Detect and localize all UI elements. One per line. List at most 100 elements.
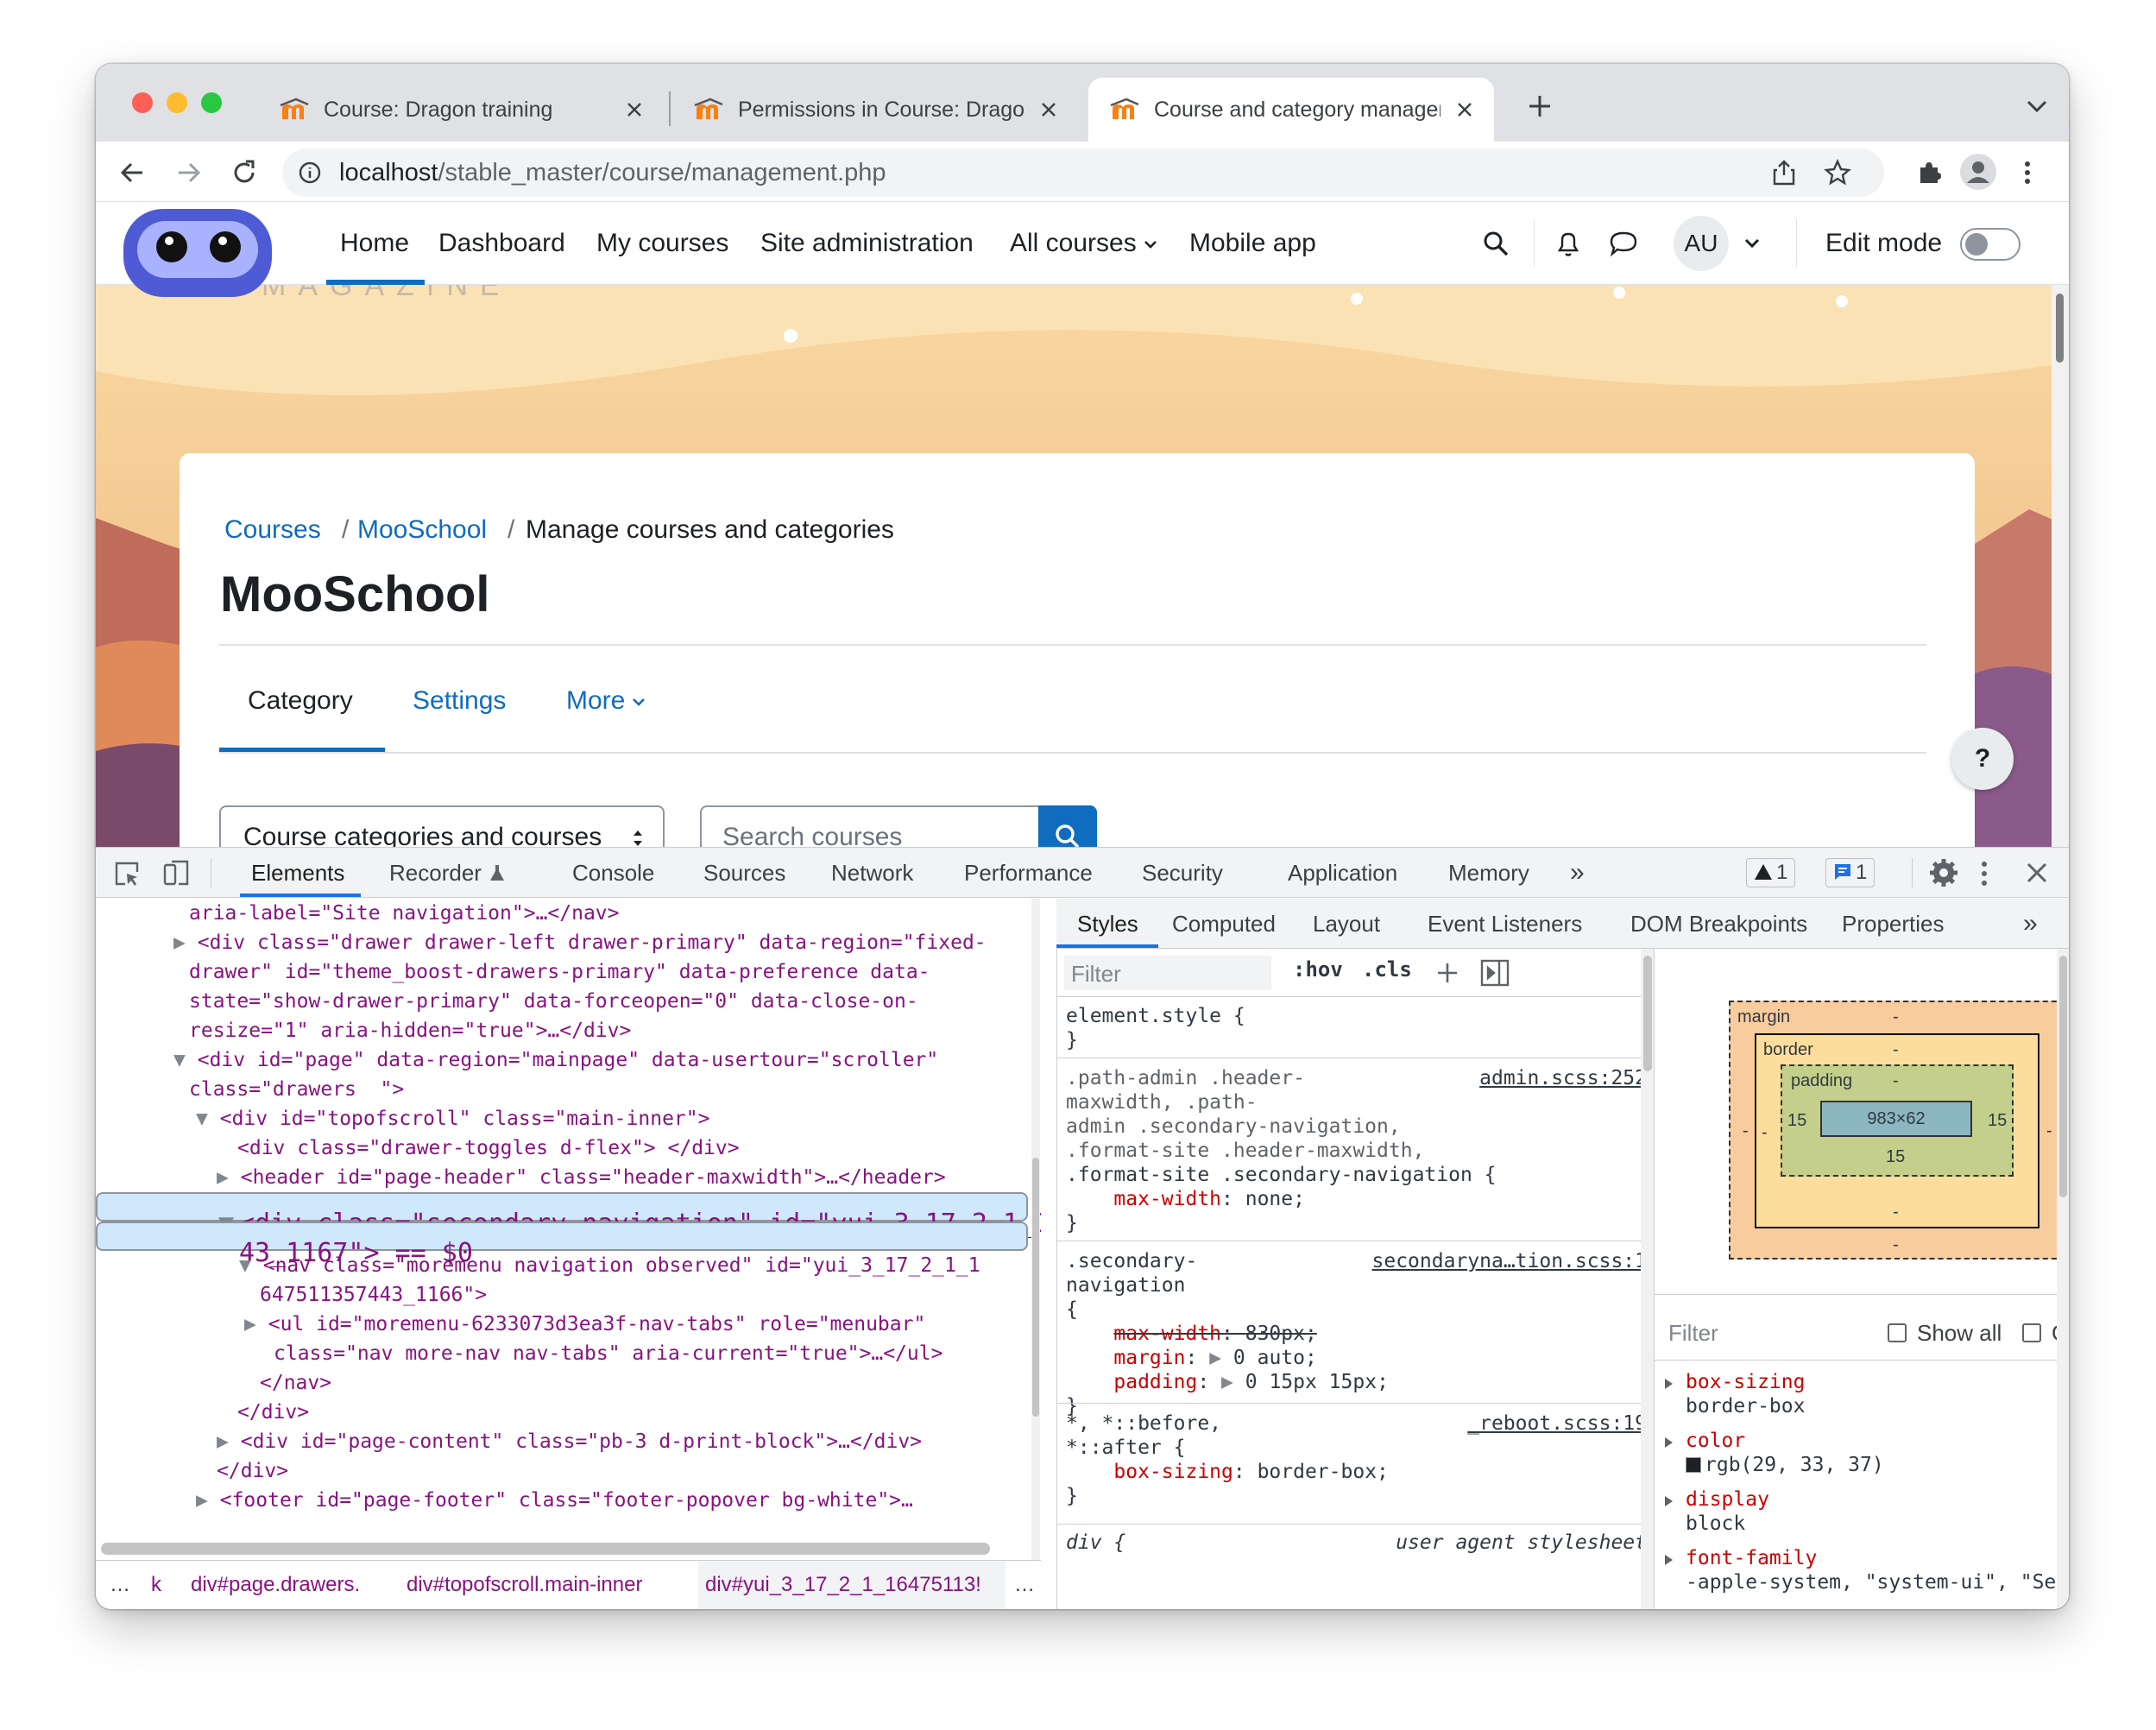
styles-scrollbar[interactable] [1641, 949, 1654, 1609]
tab-search-chevron-icon[interactable] [2026, 98, 2048, 114]
box-model-border[interactable]: border - - - padding - 15 15 15 983×62 [1755, 1033, 2039, 1228]
styles-tab-properties[interactable]: Properties [1842, 899, 1945, 949]
dom-node[interactable]: drawer" id="theme_boost-drawers-primary"… [189, 957, 1041, 987]
expand-arrow-icon[interactable] [1665, 1555, 1673, 1565]
close-tab-icon[interactable] [624, 99, 645, 120]
toggle-sidebar-icon[interactable] [1480, 959, 1510, 987]
dom-node[interactable]: </nav> [260, 1368, 1041, 1398]
back-icon[interactable] [118, 159, 146, 186]
page-scrollbar[interactable] [2052, 285, 2069, 847]
messages-badge[interactable]: 1 [1825, 858, 1875, 887]
view-select[interactable]: Course categories and courses [219, 805, 665, 847]
expand-arrow-icon[interactable] [1665, 1437, 1673, 1448]
messages-chat-icon[interactable] [1608, 230, 1639, 257]
crumbs-overflow[interactable]: … [1014, 1561, 1035, 1609]
reload-icon[interactable] [230, 159, 258, 186]
nav-all-courses[interactable]: All courses [1010, 202, 1157, 285]
dom-node[interactable]: aria-label="Site navigation">…</nav> [189, 899, 1041, 928]
user-avatar[interactable]: AU [1674, 216, 1729, 271]
box-model-content[interactable]: 983×62 [1820, 1101, 1972, 1137]
forward-icon[interactable] [175, 159, 203, 186]
devtools-more-tabs[interactable]: » [1570, 848, 1585, 898]
group-checkbox[interactable] [2022, 1323, 2041, 1342]
css-value[interactable]: border-box; [1258, 1461, 1389, 1483]
rule-element-style[interactable]: element.style { } [1066, 1004, 1644, 1052]
close-tab-icon[interactable] [1454, 99, 1475, 120]
dom-node[interactable]: </div> [237, 1398, 1041, 1427]
crumb-item-selected[interactable]: div#yui_3_17_2_1_16475113! [698, 1561, 1006, 1609]
devtools-tab-recorder[interactable]: Recorder [389, 848, 506, 898]
search-courses-input[interactable]: Search courses [700, 805, 1038, 847]
crumb-item[interactable]: div#topofscroll.main-inner [407, 1561, 642, 1609]
settings-gear-icon[interactable] [1929, 858, 1958, 887]
color-swatch[interactable] [1686, 1457, 1701, 1473]
dom-node[interactable]: ▼ <div id="page" data-region="mainpage" … [173, 1045, 1041, 1075]
browser-tab-1[interactable]: Course: Dragon training [258, 78, 664, 142]
elements-tree[interactable]: aria-label="Site navigation">…</nav> ▶ <… [96, 899, 1041, 1560]
devtools-tab-memory[interactable]: Memory [1448, 848, 1529, 898]
devtools-tab-performance[interactable]: Performance [964, 848, 1093, 898]
styles-tab-dom-breakpoints[interactable]: DOM Breakpoints [1630, 899, 1807, 949]
nav-my-courses[interactable]: My courses [596, 202, 728, 285]
css-value-overridden[interactable]: 830px; [1245, 1323, 1317, 1345]
share-icon[interactable] [1772, 159, 1796, 186]
tab-more[interactable]: More [566, 686, 646, 716]
nav-site-administration[interactable]: Site administration [760, 202, 974, 285]
help-button[interactable]: ? [1951, 728, 2014, 790]
styles-tab-computed[interactable]: Computed [1172, 899, 1276, 949]
styles-more-tabs[interactable]: » [2023, 899, 2038, 949]
nav-dashboard[interactable]: Dashboard [438, 202, 565, 285]
css-property-overridden[interactable]: max-width [1113, 1323, 1221, 1345]
search-courses-button[interactable] [1038, 805, 1097, 847]
show-all-checkbox[interactable] [1888, 1323, 1907, 1342]
close-window-button[interactable] [132, 92, 153, 113]
dom-node-selected[interactable]: …▼<div class="secondary-navigation" id="… [96, 1192, 1041, 1239]
devtools-tab-elements[interactable]: Elements [251, 848, 344, 898]
user-menu-chevron-icon[interactable] [1744, 238, 1760, 249]
dom-node[interactable]: ▶ <ul id="moremenu-6233073d3ea3f-nav-tab… [244, 1310, 1041, 1339]
crumb-item[interactable]: k [151, 1561, 161, 1609]
zoom-window-button[interactable] [201, 92, 222, 113]
dom-node[interactable]: </div> [217, 1456, 1041, 1486]
dom-node[interactable]: ▶ <div id="page-content" class="pb-3 d-p… [217, 1427, 1041, 1456]
devtools-tab-network[interactable]: Network [831, 848, 913, 898]
devtools-tab-application[interactable]: Application [1288, 848, 1397, 898]
elements-horizontal-scrollbar[interactable] [101, 1543, 990, 1555]
crumb-item[interactable]: div#page.drawers. [191, 1561, 360, 1609]
styles-filter-input[interactable]: Filter [1064, 956, 1271, 990]
devtools-tab-console[interactable]: Console [572, 848, 654, 898]
dom-node[interactable]: class="nav more-nav nav-tabs" aria-curre… [274, 1339, 1041, 1368]
nav-home[interactable]: Home [340, 202, 409, 285]
css-value[interactable]: 0 auto; [1233, 1347, 1317, 1369]
crumbs-overflow[interactable]: … [110, 1561, 130, 1609]
minimize-window-button[interactable] [167, 92, 187, 113]
search-icon[interactable] [1482, 230, 1510, 257]
expand-arrow-icon[interactable] [1665, 1379, 1673, 1389]
rule-source-link[interactable]: secondaryna…tion.scss:1 [1372, 1249, 1648, 1273]
styles-tab-event-listeners[interactable]: Event Listeners [1428, 899, 1582, 949]
browser-tab-2[interactable]: Permissions in Course: Dragon [672, 78, 1078, 142]
dom-node[interactable]: 647511357443_1166"> [260, 1280, 1041, 1310]
devtools-tab-sources[interactable]: Sources [703, 848, 785, 898]
computed-property[interactable]: font-family -apple-system, "system-ui", … [1686, 1546, 2069, 1594]
styles-tab-layout[interactable]: Layout [1313, 899, 1380, 949]
dom-node-selected[interactable]: 43_1167"> == $0 [96, 1222, 1028, 1268]
styles-tab-styles[interactable]: Styles [1077, 899, 1138, 949]
rule-source-link[interactable]: admin.scss:252 [1479, 1066, 1647, 1090]
warnings-badge[interactable]: 1 [1746, 858, 1796, 887]
site-info-icon[interactable] [298, 161, 322, 185]
rule-admin-scss[interactable]: .path-admin .header- maxwidth, .path- ad… [1066, 1066, 1644, 1235]
computed-property[interactable]: box-sizing border-box [1686, 1370, 1805, 1418]
devtools-menu-icon[interactable] [1979, 860, 1989, 887]
css-property[interactable]: max-width [1113, 1188, 1221, 1210]
elements-vertical-scrollbar[interactable] [1031, 899, 1040, 1560]
dom-node[interactable]: ▶ <footer id="page-footer" class="footer… [196, 1486, 1041, 1515]
computed-property[interactable]: display block [1686, 1487, 1769, 1536]
device-toolbar-icon[interactable] [161, 858, 191, 887]
dom-node[interactable]: resize="1" aria-hidden="true">…</div> [189, 1016, 1041, 1045]
rule-source-link[interactable]: _reboot.scss:19 [1467, 1411, 1647, 1436]
computed-filter-input[interactable]: Filter [1668, 1320, 1718, 1347]
css-property[interactable]: padding [1113, 1371, 1197, 1393]
dom-node[interactable]: ▶ <div class="drawer drawer-left drawer-… [173, 928, 1041, 957]
close-devtools-icon[interactable] [2026, 862, 2048, 884]
